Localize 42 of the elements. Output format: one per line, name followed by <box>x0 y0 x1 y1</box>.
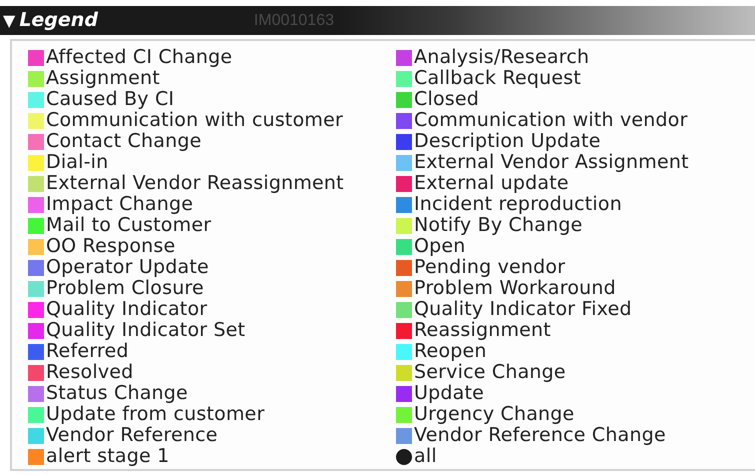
legend-label: External Vendor Assignment <box>414 152 689 173</box>
legend-title: Legend <box>19 8 98 33</box>
legend-label: Affected CI Change <box>46 47 232 68</box>
legend-label: OO Response <box>46 236 176 257</box>
legend-label: Urgency Change <box>414 404 574 425</box>
legend-label: Reassignment <box>414 320 551 341</box>
legend-label: Dial-in <box>46 152 108 173</box>
legend-label: Impact Change <box>46 194 194 215</box>
legend-label: Service Change <box>414 362 566 383</box>
collapse-toggle[interactable]: ▼ <box>0 6 16 35</box>
legend-label: Vendor Reference Change <box>414 425 666 446</box>
legend-label: Update <box>414 383 484 404</box>
legend-label: Quality Indicator Set <box>46 320 246 341</box>
legend-label: Quality Indicator <box>46 299 208 320</box>
legend-label: Status Change <box>46 383 188 404</box>
legend-label: Problem Workaround <box>414 278 616 299</box>
legend-label: Caused By CI <box>46 89 174 110</box>
legend-label: Problem Closure <box>46 278 204 299</box>
legend-label: Mail to Customer <box>46 215 212 236</box>
legend-label: External update <box>414 173 569 194</box>
legend-label: Resolved <box>46 362 134 383</box>
legend-label: Referred <box>46 341 129 362</box>
legend-label: Vendor Reference <box>46 425 218 446</box>
legend-label: Quality Indicator Fixed <box>414 299 632 320</box>
legend-label: alert stage 1 <box>46 446 170 467</box>
legend-label: Communication with customer <box>46 110 344 131</box>
legend-label: Operator Update <box>46 257 209 278</box>
legend-label: Pending vendor <box>414 257 566 278</box>
legend-label: Communication with vendor <box>414 110 688 131</box>
legend-label: Open <box>414 236 466 257</box>
legend-label: Notify By Change <box>414 215 582 236</box>
legend-label: Closed <box>414 89 480 110</box>
legend-label: Reopen <box>414 341 487 362</box>
legend-label: External Vendor Reassignment <box>46 173 344 194</box>
legend-label: all <box>414 446 437 467</box>
legend-label: Callback Request <box>414 68 582 89</box>
legend-label: Analysis/Research <box>414 47 590 68</box>
legend-label: Contact Change <box>46 131 202 152</box>
legend-label: Assignment <box>46 68 160 89</box>
legend-label: Update from customer <box>46 404 265 425</box>
legend-label: Description Update <box>414 131 601 152</box>
legend-label: Incident reproduction <box>414 194 622 215</box>
